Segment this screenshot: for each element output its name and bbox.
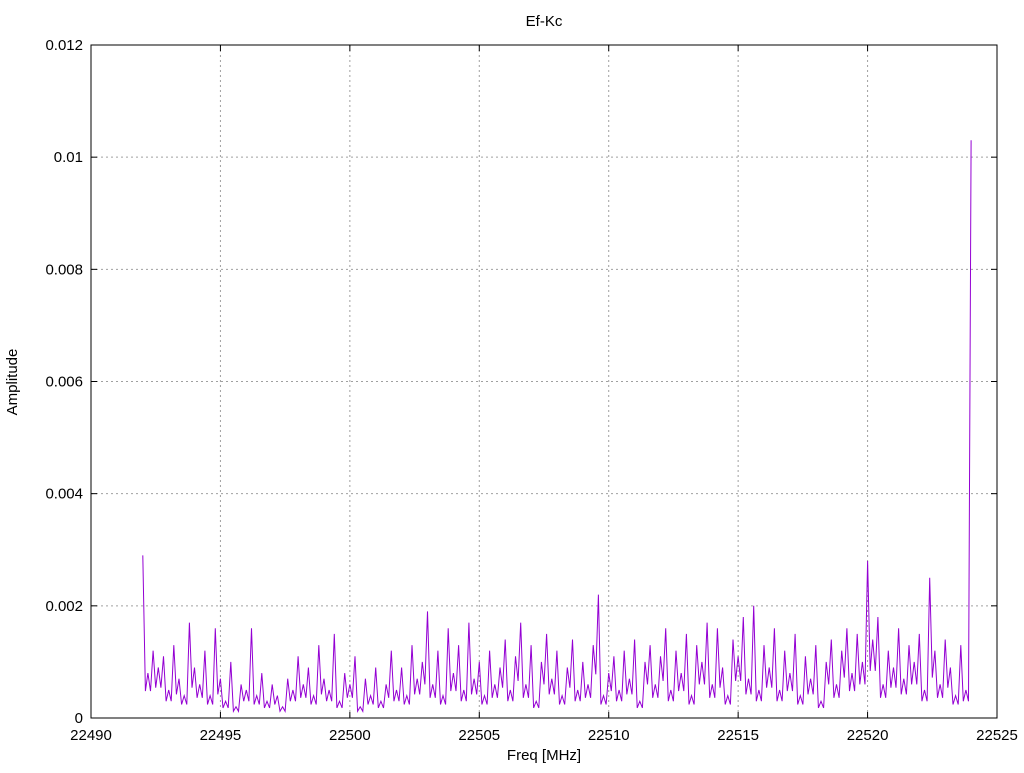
y-tick-label: 0 bbox=[75, 710, 83, 727]
chart: 22490 22495 22500 22505 22510 22515 22520 22525… bbox=[4, 13, 1018, 764]
x-tick-label: 22505 bbox=[458, 727, 500, 744]
y-tick-label: 0.006 bbox=[45, 374, 83, 391]
series-line-ef-kc bbox=[142, 140, 972, 714]
x-tick-label: 22510 bbox=[588, 727, 630, 744]
y-axis-label: Amplitude bbox=[4, 349, 21, 416]
chart-title: Ef-Kc bbox=[526, 13, 563, 30]
x-tick-label: 22520 bbox=[847, 727, 889, 744]
x-tick-label: 22525 bbox=[976, 727, 1018, 744]
y-tick-label: 0.004 bbox=[45, 486, 83, 503]
x-tick-label: 22495 bbox=[200, 727, 242, 744]
grid bbox=[91, 45, 997, 718]
x-axis-label: Freq [MHz] bbox=[507, 747, 581, 764]
y-tick-label: 0.008 bbox=[45, 261, 83, 278]
x-tick-label: 22500 bbox=[329, 727, 371, 744]
y-tick-label: 0.01 bbox=[54, 149, 83, 166]
y-tick-label: 0.012 bbox=[45, 37, 83, 54]
x-tick-label: 22490 bbox=[70, 727, 112, 744]
x-tick-label: 22515 bbox=[717, 727, 759, 744]
ticks: 22490 22495 22500 22505 22510 22515 22520 22525… bbox=[45, 37, 1017, 744]
y-tick-label: 0.002 bbox=[45, 598, 83, 615]
